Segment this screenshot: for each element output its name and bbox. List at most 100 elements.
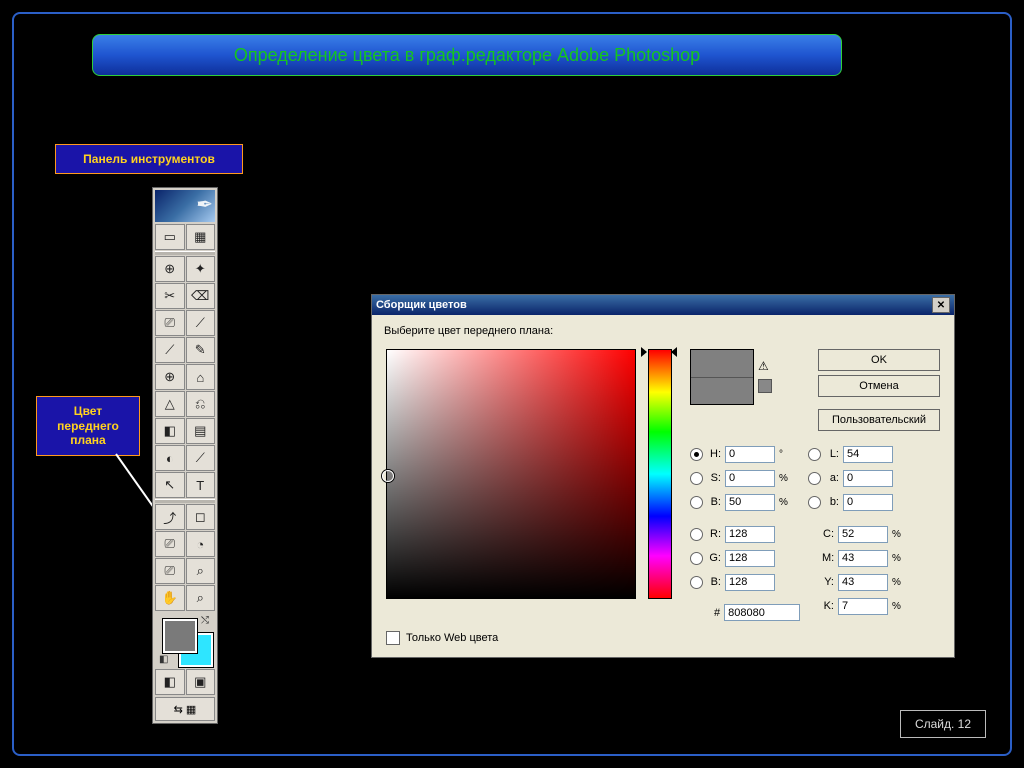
l-row: L: [808, 445, 893, 463]
s-input[interactable] [725, 470, 775, 487]
g-input[interactable] [725, 550, 775, 567]
tool-button-27[interactable]: ⌕ [186, 585, 216, 611]
cancel-text: Отмена [859, 380, 898, 392]
k-row: K: % [822, 597, 906, 615]
tool-button-22[interactable]: ⎚ [155, 531, 185, 557]
foreground-color-label: Цвет переднего плана [36, 396, 140, 456]
b-input[interactable] [725, 494, 775, 511]
tool-button-11[interactable]: ⌂ [186, 364, 216, 390]
tool-button-15[interactable]: ▤ [186, 418, 216, 444]
pct-s: % [779, 473, 793, 484]
h-input[interactable] [725, 446, 775, 463]
m-label: M: [822, 552, 834, 564]
lab-b-radio[interactable] [808, 496, 821, 509]
tools-panel-label-text: Панель инструментов [83, 152, 215, 166]
l-input[interactable] [843, 446, 893, 463]
h-radio[interactable] [690, 448, 703, 461]
a-label: a: [825, 472, 839, 484]
tool-button-13[interactable]: ⎌ [186, 391, 216, 417]
tool-button-2[interactable]: ⊕ [155, 256, 185, 282]
y-input[interactable] [838, 574, 888, 591]
color-picker-dialog: Сборщик цветов ✕ Выберите цвет переднего… [371, 294, 955, 658]
ok-button[interactable]: OK [818, 349, 940, 371]
websafe-warning-icon[interactable] [758, 379, 772, 393]
bl-radio[interactable] [690, 576, 703, 589]
hue-pointer-right-icon [671, 347, 677, 357]
l-radio[interactable] [808, 448, 821, 461]
title-text: Определение цвета в граф.редакторе Adobe… [234, 45, 700, 66]
tool-button-23[interactable]: ◔ [186, 531, 216, 557]
k-input[interactable] [838, 598, 888, 615]
default-colors-icon[interactable]: ◧ [159, 654, 168, 665]
mode-button-0[interactable]: ◧ [155, 669, 185, 695]
slide-title: Определение цвета в граф.редакторе Adobe… [92, 34, 842, 76]
g-radio[interactable] [690, 552, 703, 565]
hex-input[interactable] [724, 604, 800, 621]
mode-button-1[interactable]: ▣ [186, 669, 216, 695]
tool-button-17[interactable]: ⟋ [186, 445, 216, 471]
hue-slider[interactable] [648, 349, 672, 599]
tool-button-10[interactable]: ⊕ [155, 364, 185, 390]
tool-button-3[interactable]: ✦ [186, 256, 216, 282]
b-radio[interactable] [690, 496, 703, 509]
slide-number: Слайд. 12 [900, 710, 986, 738]
tool-button-9[interactable]: ✎ [186, 337, 216, 363]
tool-button-18[interactable]: ↖ [155, 472, 185, 498]
tool-button-16[interactable]: ◐ [155, 445, 185, 471]
pct-m: % [892, 553, 906, 564]
foreground-color-swatch[interactable] [163, 619, 197, 653]
web-only-label: Только Web цвета [406, 632, 498, 644]
b-label: B: [707, 496, 721, 508]
swap-colors-icon[interactable]: ⤭ [201, 615, 209, 626]
c-row: C: % [822, 525, 906, 543]
r-radio[interactable] [690, 528, 703, 541]
jump-icon: ⇆ ▦ [174, 703, 197, 716]
tool-button-19[interactable]: T [186, 472, 216, 498]
tool-button-21[interactable]: ◻ [186, 504, 216, 530]
close-button[interactable]: ✕ [932, 297, 950, 313]
tool-button-0[interactable]: ▭ [155, 224, 185, 250]
tool-button-12[interactable]: △ [155, 391, 185, 417]
r-input[interactable] [725, 526, 775, 543]
dialog-title-text: Сборщик цветов [376, 299, 467, 311]
c-input[interactable] [838, 526, 888, 543]
tool-button-20[interactable]: ⤴ [155, 504, 185, 530]
tool-button-6[interactable]: ⎚ [155, 310, 185, 336]
tool-button-7[interactable]: ⟋ [186, 310, 216, 336]
web-only-row: Только Web цвета [386, 631, 498, 645]
tool-button-14[interactable]: ◧ [155, 418, 185, 444]
tool-button-5[interactable]: ⌫ [186, 283, 216, 309]
pct-b: % [779, 497, 793, 508]
tool-button-1[interactable]: ▦ [186, 224, 216, 250]
color-field[interactable] [386, 349, 636, 599]
photoshop-toolbar: ✒ ▭▦⊕✦✂⌫⎚⟋⟋✎⊕⌂△⎌◧▤◐⟋↖T⤴◻⎚◔⎚⌕✋⌕ ⤭ ◧ ◧▣ ⇆ … [152, 187, 218, 724]
lab-b-row: b: [808, 493, 893, 511]
lab-b-input[interactable] [843, 494, 893, 511]
a-row: a: [808, 469, 893, 487]
tool-button-8[interactable]: ⟋ [155, 337, 185, 363]
toolbar-header: ✒ [155, 190, 215, 222]
a-radio[interactable] [808, 472, 821, 485]
custom-text: Пользовательский [832, 414, 926, 426]
bl-row: B: [690, 573, 775, 591]
custom-button[interactable]: Пользовательский [818, 409, 940, 431]
a-input[interactable] [843, 470, 893, 487]
cancel-button[interactable]: Отмена [818, 375, 940, 397]
m-input[interactable] [838, 550, 888, 567]
s-radio[interactable] [690, 472, 703, 485]
tool-button-26[interactable]: ✋ [155, 585, 185, 611]
bl-input[interactable] [725, 574, 775, 591]
tool-button-24[interactable]: ⎚ [155, 558, 185, 584]
g-label: G: [707, 552, 721, 564]
deg-unit: ° [779, 449, 793, 460]
fg-label-text: Цвет переднего плана [45, 404, 131, 447]
tool-button-4[interactable]: ✂ [155, 283, 185, 309]
jump-to-imageready-button[interactable]: ⇆ ▦ [155, 697, 215, 721]
gamut-warning-icon[interactable]: ⚠ [758, 359, 769, 373]
r-label: R: [707, 528, 721, 540]
tool-button-25[interactable]: ⌕ [186, 558, 216, 584]
m-row: M: % [822, 549, 906, 567]
r-row: R: [690, 525, 775, 543]
web-only-checkbox[interactable] [386, 631, 400, 645]
pct-y: % [892, 577, 906, 588]
